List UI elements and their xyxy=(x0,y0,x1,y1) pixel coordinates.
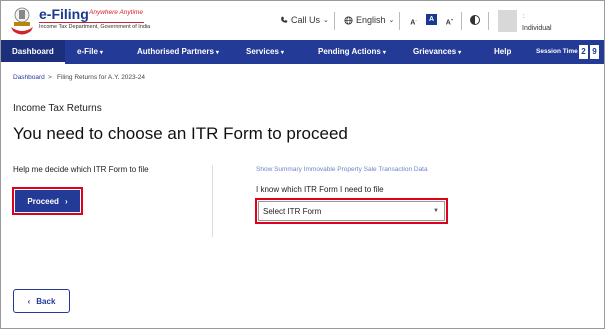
itr-form-select-value: Select ITR Form xyxy=(263,206,322,216)
language-label: English xyxy=(356,15,386,25)
select-highlight: Select ITR Form ▼ xyxy=(255,198,448,224)
nav-help[interactable]: Help xyxy=(494,40,511,64)
header-divider xyxy=(461,12,462,30)
user-avatar[interactable] xyxy=(498,10,517,32)
page-subtitle: Income Tax Returns xyxy=(13,103,102,114)
breadcrumb-separator: > xyxy=(48,74,52,81)
nav-grievances[interactable]: Grievances ▾ xyxy=(413,40,461,64)
nav-pending-actions[interactable]: Pending Actions ▾ xyxy=(318,40,386,64)
back-button[interactable]: ‹ Back xyxy=(13,289,70,313)
chevron-down-icon: ▾ xyxy=(382,50,386,56)
call-us-label: Call Us xyxy=(291,15,321,25)
call-us-menu[interactable]: Call Us ⌄ xyxy=(280,15,329,25)
caret-down-icon: ▼ xyxy=(433,208,439,214)
proceed-highlight: Proceed › xyxy=(12,187,83,215)
session-digit: 9 xyxy=(590,45,599,59)
nav-services[interactable]: Services ▾ xyxy=(246,40,284,64)
proceed-label: Proceed xyxy=(27,196,59,206)
font-increase-button[interactable]: A+ xyxy=(444,14,455,26)
chevron-down-icon: ▾ xyxy=(99,50,103,56)
emblem-icon xyxy=(11,7,33,35)
nav-authorised-partners[interactable]: Authorised Partners ▾ xyxy=(137,40,219,64)
help-decide-label: Help me decide which ITR Form to file xyxy=(13,165,149,174)
chevron-down-icon: ▾ xyxy=(458,50,462,56)
session-digit: 2 xyxy=(579,45,588,59)
efiling-logo[interactable]: e-Filing Anywhere Anytime Income Tax Dep… xyxy=(9,5,159,37)
header-divider xyxy=(488,12,489,30)
back-label: Back xyxy=(36,296,56,306)
header-divider xyxy=(334,12,335,30)
font-normal-button[interactable]: A xyxy=(426,14,437,25)
logo-divider xyxy=(39,22,144,23)
top-header: e-Filing Anywhere Anytime Income Tax Dep… xyxy=(1,1,604,40)
nav-efile[interactable]: e-File ▾ xyxy=(77,40,103,64)
breadcrumb-dashboard-link[interactable]: Dashboard xyxy=(13,74,45,81)
session-time-label: Session Time xyxy=(536,48,578,55)
breadcrumb-current: Filing Returns for A.Y. 2023-24 xyxy=(57,74,146,81)
globe-icon xyxy=(344,15,353,25)
chevron-down-icon: ⌄ xyxy=(323,17,329,24)
column-divider xyxy=(212,165,213,237)
chevron-down-icon: ⌄ xyxy=(388,17,395,24)
chevron-down-icon: ▾ xyxy=(280,50,284,56)
main-nav: Dashboard e-File ▾ Authorised Partners ▾ S… xyxy=(1,40,604,64)
chevron-down-icon: ▾ xyxy=(215,50,219,56)
logo-tagline: Anywhere Anytime xyxy=(89,9,143,16)
phone-icon xyxy=(281,16,288,23)
itr-form-select[interactable]: Select ITR Form ▼ xyxy=(258,201,445,221)
chevron-left-icon: ‹ xyxy=(27,296,31,306)
user-role: Individual xyxy=(522,25,552,32)
chevron-right-icon: › xyxy=(64,196,68,206)
font-decrease-button[interactable]: A- xyxy=(408,14,419,26)
summary-property-link[interactable]: Show Summary Immovable Property Sale Tra… xyxy=(256,166,428,173)
logo-subtitle: Income Tax Department, Government of Ind… xyxy=(39,24,151,30)
header-divider xyxy=(399,12,400,30)
nav-dashboard[interactable]: Dashboard xyxy=(1,40,65,64)
logo-title: e-Filing xyxy=(39,6,89,22)
contrast-toggle-icon[interactable] xyxy=(470,15,480,25)
user-name: : xyxy=(523,14,525,20)
proceed-button[interactable]: Proceed › xyxy=(15,190,80,212)
page-title: You need to choose an ITR Form to procee… xyxy=(13,124,348,143)
language-selector[interactable]: English ⌄ xyxy=(344,15,394,25)
know-itr-label: I know which ITR Form I need to file xyxy=(256,185,384,194)
